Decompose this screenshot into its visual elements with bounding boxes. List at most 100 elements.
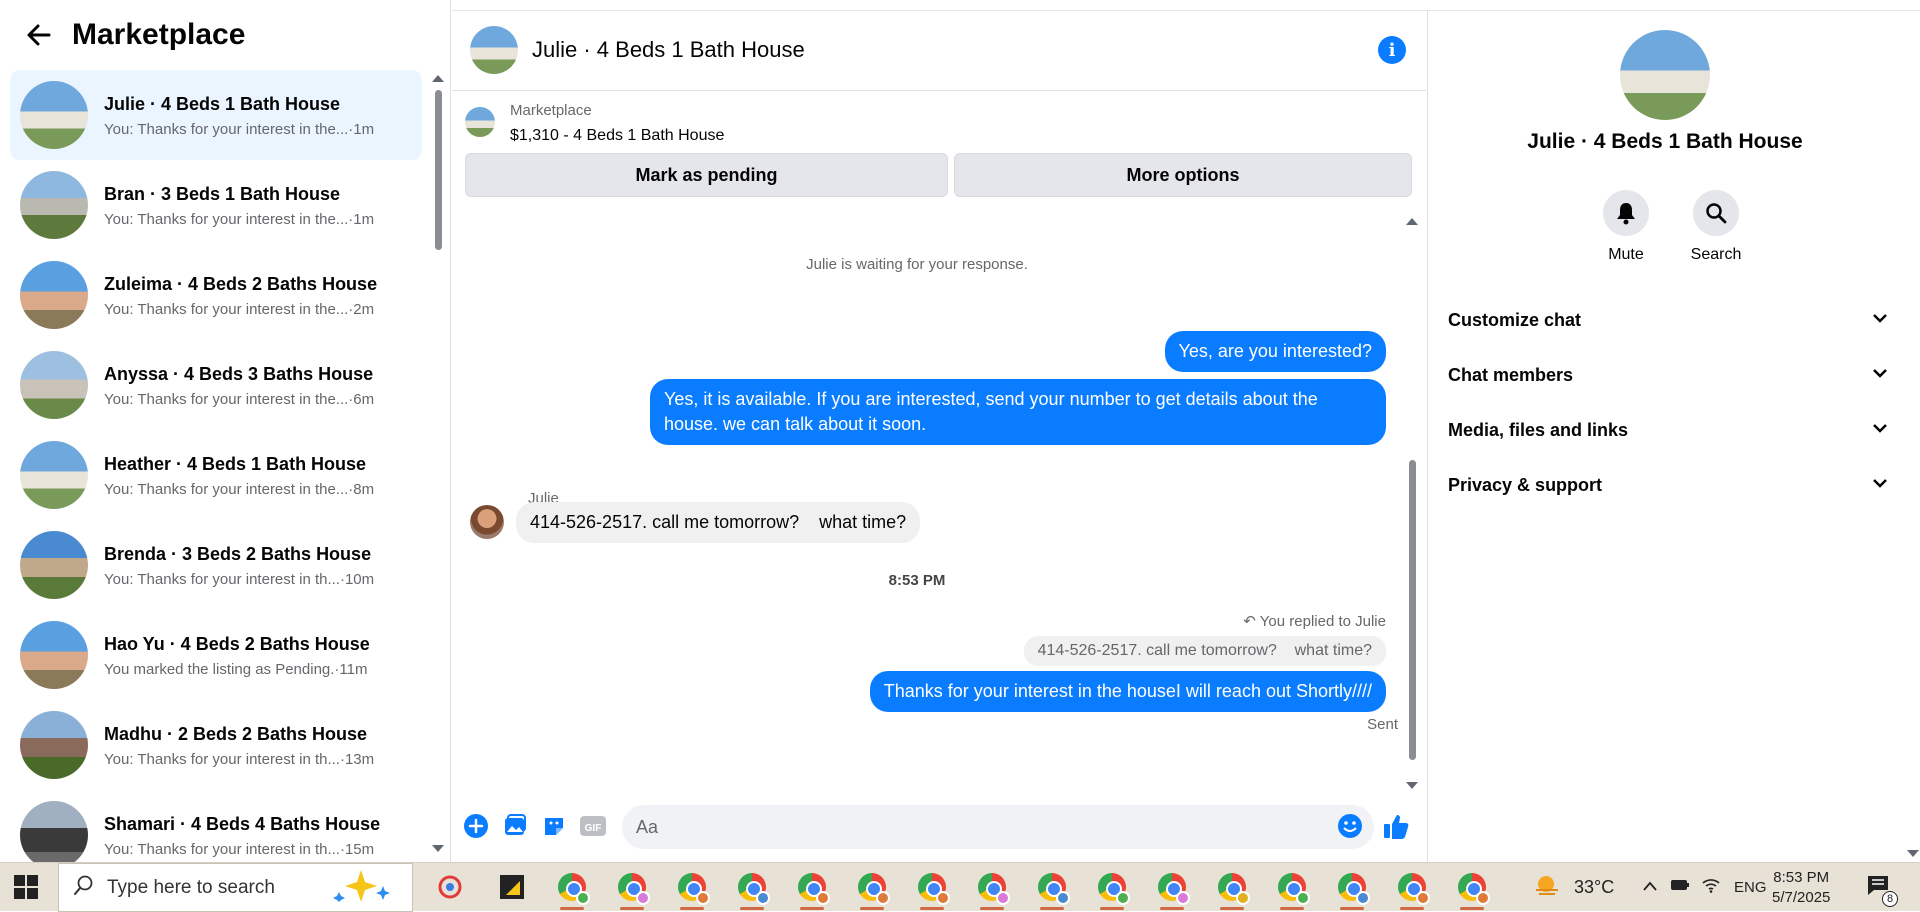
sidebar-header: Marketplace xyxy=(0,0,450,70)
chrome-profile-icon[interactable] xyxy=(1096,871,1130,910)
chrome-profile-icon[interactable] xyxy=(1456,871,1490,910)
chrome-profile-icon[interactable] xyxy=(796,871,830,910)
more-options-button[interactable]: More options xyxy=(954,153,1412,197)
chat-panel: Julie · 4 Beds 1 Bath House i Marketplac… xyxy=(452,10,1426,862)
conversation-item[interactable]: Zuleima · 4 Beds 2 Baths House You: Thank… xyxy=(10,250,422,340)
emoji-icon[interactable] xyxy=(1336,812,1364,840)
window-scrollbar[interactable] xyxy=(1906,10,1920,862)
windows-start-icon[interactable] xyxy=(14,875,38,899)
chrome-profile-icon[interactable] xyxy=(916,871,950,910)
message-scrollbar[interactable] xyxy=(1406,210,1418,790)
outgoing-message[interactable]: Yes, it is available. If you are interes… xyxy=(650,379,1386,445)
sticky-notes-icon[interactable] xyxy=(496,871,528,903)
chrome-profile-icon[interactable] xyxy=(976,871,1010,910)
image-icon[interactable] xyxy=(501,812,529,840)
details-panel: Julie · 4 Beds 1 Bath House Mute Search … xyxy=(1427,10,1920,862)
sidebar-scrollbar[interactable] xyxy=(432,75,444,855)
message-scroll-thumb[interactable] xyxy=(1409,460,1416,760)
scroll-down-arrow-icon[interactable] xyxy=(1406,782,1418,789)
conversation-item[interactable]: Heather · 4 Beds 1 Bath House You: Thanks… xyxy=(10,430,422,520)
notification-icon[interactable]: 8 xyxy=(1866,874,1898,907)
chrome-profile-icon[interactable] xyxy=(1216,871,1250,910)
chrome-profile-icon[interactable] xyxy=(736,871,770,910)
replied-notice: ↶ You replied to Julie xyxy=(1243,612,1386,630)
chat-members-section[interactable]: Chat members xyxy=(1448,355,1888,395)
chrome-profile-icon[interactable] xyxy=(556,871,590,910)
system-tray[interactable]: ENG xyxy=(1642,863,1767,912)
gif-icon[interactable]: GIF xyxy=(579,812,607,840)
conversation-avatar xyxy=(20,171,88,239)
conversation-snippet: You: Thanks for your interest in th...·1… xyxy=(104,840,375,858)
listing-price[interactable]: $1,310 - 4 Beds 1 Bath House xyxy=(510,127,724,145)
conversation-item[interactable]: Brenda · 3 Beds 2 Baths House You: Thanks… xyxy=(10,520,422,610)
conversation-avatar xyxy=(20,81,88,149)
customize-chat-section[interactable]: Customize chat xyxy=(1448,300,1888,340)
chrome-profile-icon[interactable] xyxy=(1156,871,1190,910)
chrome-profile-icon[interactable] xyxy=(1396,871,1430,910)
conversation-item[interactable]: Madhu · 2 Beds 2 Baths House You: Thanks … xyxy=(10,700,422,790)
chrome-profile-icon[interactable] xyxy=(856,871,890,910)
section-label: Media, files and links xyxy=(1448,419,1629,440)
outgoing-message[interactable]: Yes, are you interested? xyxy=(1164,331,1386,372)
messenger-app: Marketplace Julie · 4 Beds 1 Bath House Y… xyxy=(0,0,1920,862)
chrome-profile-icon[interactable] xyxy=(676,871,710,910)
chevron-down-icon[interactable] xyxy=(1872,366,1888,384)
chevron-down-icon[interactable] xyxy=(1872,421,1888,439)
scroll-up-arrow-icon[interactable] xyxy=(1406,218,1418,225)
message-line: house. we can talk about it soon. xyxy=(664,414,927,434)
sticker-icon[interactable] xyxy=(540,812,568,840)
chat-title[interactable]: Julie · 4 Beds 1 Bath House xyxy=(532,37,805,63)
paint-app-icon[interactable] xyxy=(434,871,466,903)
search-action[interactable]: Search xyxy=(1686,190,1746,264)
info-icon[interactable]: i xyxy=(1378,36,1406,64)
back-arrow-icon[interactable] xyxy=(24,20,54,50)
weather-widget[interactable]: 33°C xyxy=(1532,863,1614,912)
battery-icon[interactable] xyxy=(1670,878,1690,897)
quoted-message[interactable]: 414-526-2517. call me tomorrow? what tim… xyxy=(1023,636,1386,666)
chevron-down-icon[interactable] xyxy=(1872,476,1888,494)
chrome-profile-icon[interactable] xyxy=(1276,871,1310,910)
privacy-support-section[interactable]: Privacy & support xyxy=(1448,465,1888,505)
conversation-item[interactable]: Bran · 3 Beds 1 Bath House You: Thanks fo… xyxy=(10,160,422,250)
clock[interactable]: 8:53 PM 5/7/2025 xyxy=(1772,863,1830,912)
wifi-icon[interactable] xyxy=(1702,877,1720,898)
svg-text:GIF: GIF xyxy=(585,823,602,834)
reply-icon: ↶ xyxy=(1243,613,1256,630)
sidebar-scroll-thumb[interactable] xyxy=(435,90,442,250)
details-avatar[interactable] xyxy=(1620,30,1710,120)
conversation-text: Anyssa · 4 Beds 3 Baths House You: Thanks… xyxy=(104,363,404,408)
scroll-up-arrow-icon[interactable] xyxy=(432,75,444,82)
mark-pending-button[interactable]: Mark as pending xyxy=(465,153,948,197)
conversation-item[interactable]: Hao Yu · 4 Beds 2 Baths House You marked … xyxy=(10,610,422,700)
thumbs-up-icon[interactable] xyxy=(1382,812,1410,840)
scroll-down-arrow-icon[interactable] xyxy=(1907,850,1919,857)
notification-center[interactable]: 8 xyxy=(1866,863,1898,912)
message-input[interactable] xyxy=(622,805,1374,849)
media-files-links-section[interactable]: Media, files and links xyxy=(1448,410,1888,450)
scroll-down-arrow-icon[interactable] xyxy=(432,845,444,852)
language-indicator[interactable]: ENG xyxy=(1734,879,1767,896)
conversation-item[interactable]: Anyssa · 4 Beds 3 Baths House You: Thanks… xyxy=(10,340,422,430)
chrome-profile-icon[interactable] xyxy=(1036,871,1070,910)
bell-icon[interactable] xyxy=(1603,190,1649,236)
chevron-up-icon[interactable] xyxy=(1642,879,1658,897)
search-label: Search xyxy=(1690,246,1742,263)
conversation-item[interactable]: Shamari · 4 Beds 4 Baths House You: Thank… xyxy=(10,790,422,862)
conversation-item[interactable]: Julie · 4 Beds 1 Bath House You: Thanks f… xyxy=(10,70,422,160)
mute-action[interactable]: Mute xyxy=(1596,190,1656,264)
incoming-message[interactable]: 414-526-2517. call me tomorrow? what tim… xyxy=(516,502,921,543)
conversation-avatar xyxy=(20,531,88,599)
chevron-down-icon[interactable] xyxy=(1872,311,1888,329)
chrome-profile-icon[interactable] xyxy=(616,871,650,910)
outgoing-message[interactable]: Thanks for your interest in the houseI w… xyxy=(869,671,1386,712)
chrome-profile-icon[interactable] xyxy=(1336,871,1370,910)
conversation-avatar xyxy=(20,351,88,419)
chat-avatar[interactable] xyxy=(470,26,518,74)
search-icon[interactable] xyxy=(1693,190,1739,236)
listing-thumbnail[interactable] xyxy=(465,107,495,137)
conversation-avatar xyxy=(20,441,88,509)
conversation-name: Julie · 4 Beds 1 Bath House xyxy=(104,93,341,114)
taskbar-search[interactable]: Type here to search xyxy=(58,863,413,912)
plus-icon[interactable] xyxy=(462,812,490,840)
sender-avatar[interactable] xyxy=(470,505,504,539)
